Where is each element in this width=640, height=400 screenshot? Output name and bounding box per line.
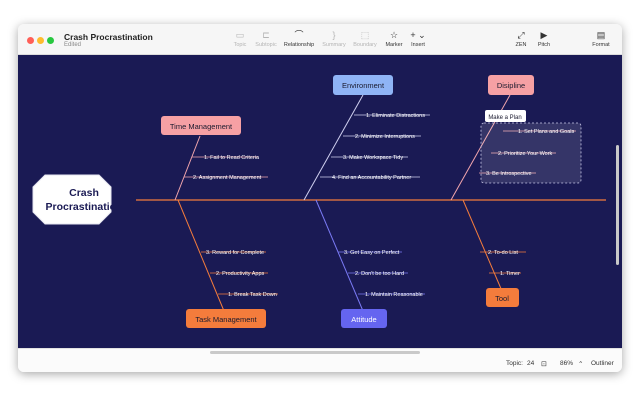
toolbar-relationship-button[interactable]: ⌒ Relationship — [279, 30, 319, 48]
zoom-stepper-icon[interactable]: ⌃ — [578, 360, 583, 368]
toolbar-button-label: Insert — [411, 42, 425, 48]
fishbone-diagram: Crash Procrastination Time Management En… — [32, 75, 606, 328]
subtopic-label[interactable]: 2. To-do List — [488, 250, 518, 256]
toolbar-button-label: Relationship — [283, 42, 315, 48]
subtopic-label[interactable]: 1. Break Task Down — [228, 292, 277, 298]
subtopic-label[interactable]: 2. Minimize Interruptions — [355, 134, 415, 140]
zoom-level[interactable]: 86% — [560, 360, 573, 367]
topic-attitude-label: Attitude — [351, 315, 376, 324]
subtopic-label[interactable]: 1. Timer — [500, 271, 520, 277]
subtopic-label[interactable]: 1. Fail to Read Criteria — [204, 155, 260, 161]
vertical-scrollbar[interactable] — [616, 145, 619, 265]
status-bar: Topic: 24 ⊡ 86% ⌃ Outliner — [18, 348, 622, 372]
central-topic-line2: Procrastination — [45, 201, 122, 213]
toolbar-button-label: Summary — [322, 42, 346, 48]
toolbar-button-label: Format — [592, 42, 610, 48]
branch-line — [174, 135, 201, 201]
subtopic-label[interactable]: 3. Get Easy on Perfect — [344, 250, 400, 256]
mind-map-canvas[interactable]: Crash Procrastination Time Management En… — [18, 55, 622, 348]
subtopic-label[interactable]: 2. Productivity Apps — [216, 271, 265, 277]
subtopic-label[interactable]: 4. Find an Accountability Partner — [332, 175, 411, 181]
title-bar: Crash Procrastination Edited ▭ Topic ⊏ Subt… — [18, 24, 622, 55]
topic-time-management-label: Time Management — [170, 122, 233, 131]
zoom-window-button[interactable] — [47, 37, 54, 44]
topic-count-label: Topic: — [506, 360, 523, 367]
toolbar-button-label: Topic — [233, 42, 247, 48]
toolbar-pitch-button[interactable]: ▶ Pitch — [524, 30, 564, 48]
subtopic-label[interactable]: 2. Prioritize Your Work — [498, 151, 553, 157]
topic-environment-label: Environment — [342, 81, 385, 90]
relationship-icon: ⌒ — [294, 30, 304, 40]
toolbar-button-label: Pitch — [537, 42, 551, 48]
subtopic-label[interactable]: 3. Make Workspace Tidy — [343, 155, 403, 161]
document-title: Crash Procrastination — [64, 32, 153, 42]
central-topic-line1: Crash — [69, 187, 99, 199]
topic-tool-label: Tool — [495, 294, 509, 303]
app-window: Crash Procrastination Edited ▭ Topic ⊏ Subt… — [18, 24, 622, 372]
subtopic-label[interactable]: 2. Don't be too Hard — [355, 271, 404, 277]
branch-line — [303, 94, 364, 201]
subtopic-label[interactable]: 3. Be Introspective — [486, 171, 532, 177]
branch-line — [462, 199, 503, 292]
outliner-button[interactable]: Outliner — [591, 360, 614, 367]
format-icon: ▤ — [596, 30, 606, 40]
subtopic-label[interactable]: 1. Eliminate Distractions — [366, 113, 425, 119]
topic-disipline-label: Disipline — [497, 81, 525, 90]
toolbar-button-label: Subtopic — [255, 42, 277, 48]
topic-task-management-label: Task Management — [195, 315, 257, 324]
document-status: Edited — [64, 42, 82, 48]
pitch-icon: ▶ — [540, 30, 548, 40]
subtopic-label[interactable]: 1. Set Plans and Goals — [518, 129, 575, 135]
central-topic[interactable] — [32, 174, 112, 225]
toolbar-format-button[interactable]: ▤ Format — [581, 30, 621, 48]
close-window-button[interactable] — [27, 37, 34, 44]
subtopic-label[interactable]: 1. Maintain Reasonable — [365, 292, 423, 298]
subtopic-label[interactable]: 2. Assignment Management — [193, 175, 262, 181]
callout-label: Make a Plan — [488, 115, 521, 121]
horizontal-scrollbar[interactable] — [210, 351, 420, 354]
minimize-window-button[interactable] — [37, 37, 44, 44]
fit-map-icon[interactable]: ⊡ — [541, 360, 547, 368]
toolbar-insert-button[interactable]: + ⌄ Insert — [398, 30, 438, 48]
subtopic-label[interactable]: 3. Reward for Complete — [206, 250, 264, 256]
topic-count-value: 24 — [527, 360, 535, 367]
insert-icon: + ⌄ — [410, 30, 426, 40]
